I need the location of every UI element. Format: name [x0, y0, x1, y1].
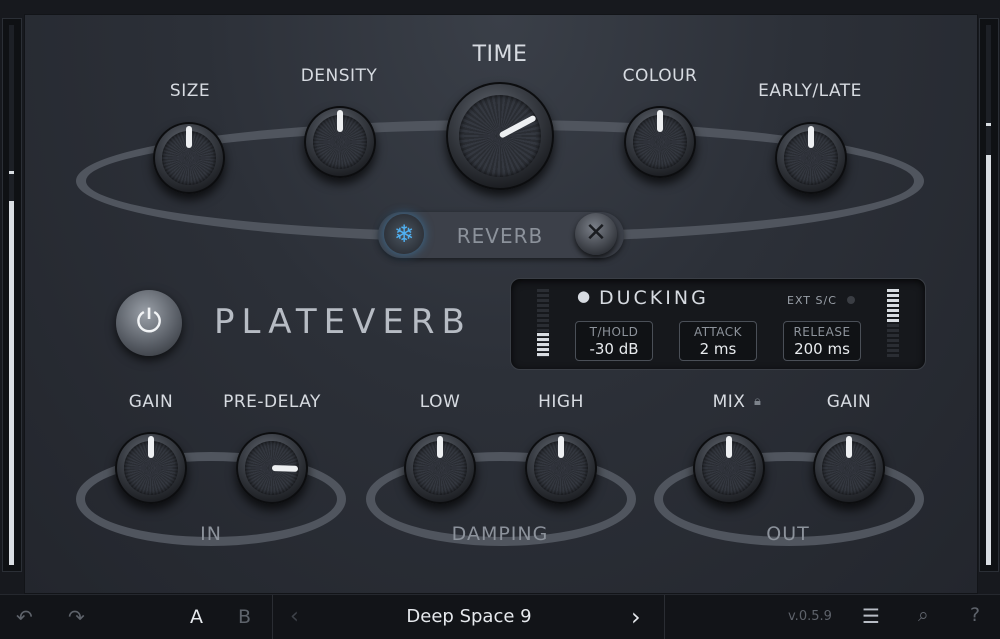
release-field[interactable]: RELEASE 200 ms	[783, 321, 861, 361]
colour-label: COLOUR	[622, 66, 698, 86]
ducking-meter-right-fill	[887, 289, 899, 323]
power-icon: ⏻	[136, 302, 162, 340]
ducking-panel: ● DUCKING EXT S/C T/HOLD -30 dB ATTACK 2…	[510, 278, 926, 370]
time-knob[interactable]	[446, 82, 554, 190]
early-late-knob[interactable]	[775, 122, 847, 194]
ab-b-button[interactable]: B	[238, 606, 251, 628]
mix-label: MIX	[712, 392, 746, 412]
ext-sc-label: EXT S/C	[787, 294, 837, 307]
low-label: LOW	[419, 392, 461, 412]
ext-sc-led[interactable]	[847, 296, 855, 304]
version-label: v.0.5.9	[788, 609, 832, 624]
density-knob[interactable]	[304, 106, 376, 178]
ab-a-button[interactable]: A	[190, 606, 203, 628]
ducking-title: DUCKING	[599, 287, 709, 309]
freeze-button[interactable]: ❄	[384, 214, 424, 254]
out-label: OUT	[766, 523, 810, 545]
sliders-icon[interactable]: ☰	[862, 604, 880, 628]
undo-icon[interactable]: ↶	[16, 605, 33, 629]
size-knob[interactable]	[153, 122, 225, 194]
in-label: IN	[200, 523, 222, 545]
preset-prev-icon[interactable]: ‹	[290, 604, 299, 629]
preset-next-icon[interactable]: ›	[631, 603, 641, 631]
attack-field[interactable]: ATTACK 2 ms	[679, 321, 757, 361]
density-label: DENSITY	[300, 66, 378, 86]
in-gain-knob[interactable]	[115, 432, 187, 504]
pre-delay-label: PRE-DELAY	[223, 392, 321, 412]
size-label: SIZE	[169, 81, 211, 101]
high-label: HIGH	[538, 392, 584, 412]
snowflake-icon: ❄	[393, 220, 415, 248]
mix-knob[interactable]	[693, 432, 765, 504]
clear-button[interactable]: ✕	[575, 213, 617, 255]
ducking-meter-left-fill	[537, 333, 549, 357]
output-meter	[979, 18, 999, 572]
input-meter	[2, 18, 22, 572]
pre-delay-knob[interactable]	[236, 432, 308, 504]
preset-name[interactable]: Deep Space 9	[406, 606, 531, 627]
early-late-label: EARLY/LATE	[758, 81, 862, 101]
time-label: TIME	[472, 42, 528, 67]
close-icon: ✕	[585, 218, 607, 248]
out-gain-knob[interactable]	[813, 432, 885, 504]
reverb-label: REVERB	[456, 224, 544, 248]
low-knob[interactable]	[404, 432, 476, 504]
help-icon[interactable]: ?	[970, 604, 980, 626]
damping-label: DAMPING	[451, 523, 549, 545]
lock-icon[interactable]: 🔒︎	[754, 394, 761, 409]
duck-icon: ●	[577, 287, 591, 305]
out-gain-label: GAIN	[826, 392, 872, 412]
power-button[interactable]: ⏻	[116, 290, 182, 356]
redo-icon[interactable]: ↷	[68, 605, 85, 629]
bottom-bar: ↶ ↷ A B ‹ Deep Space 9 › v.0.5.9 ☰ ⌕ ?	[0, 594, 1000, 639]
plugin-title: PLATEVERB	[214, 302, 472, 342]
threshold-field[interactable]: T/HOLD -30 dB	[575, 321, 653, 361]
search-icon[interactable]: ⌕	[918, 604, 929, 626]
in-gain-label: GAIN	[128, 392, 174, 412]
high-knob[interactable]	[525, 432, 597, 504]
colour-knob[interactable]	[624, 106, 696, 178]
